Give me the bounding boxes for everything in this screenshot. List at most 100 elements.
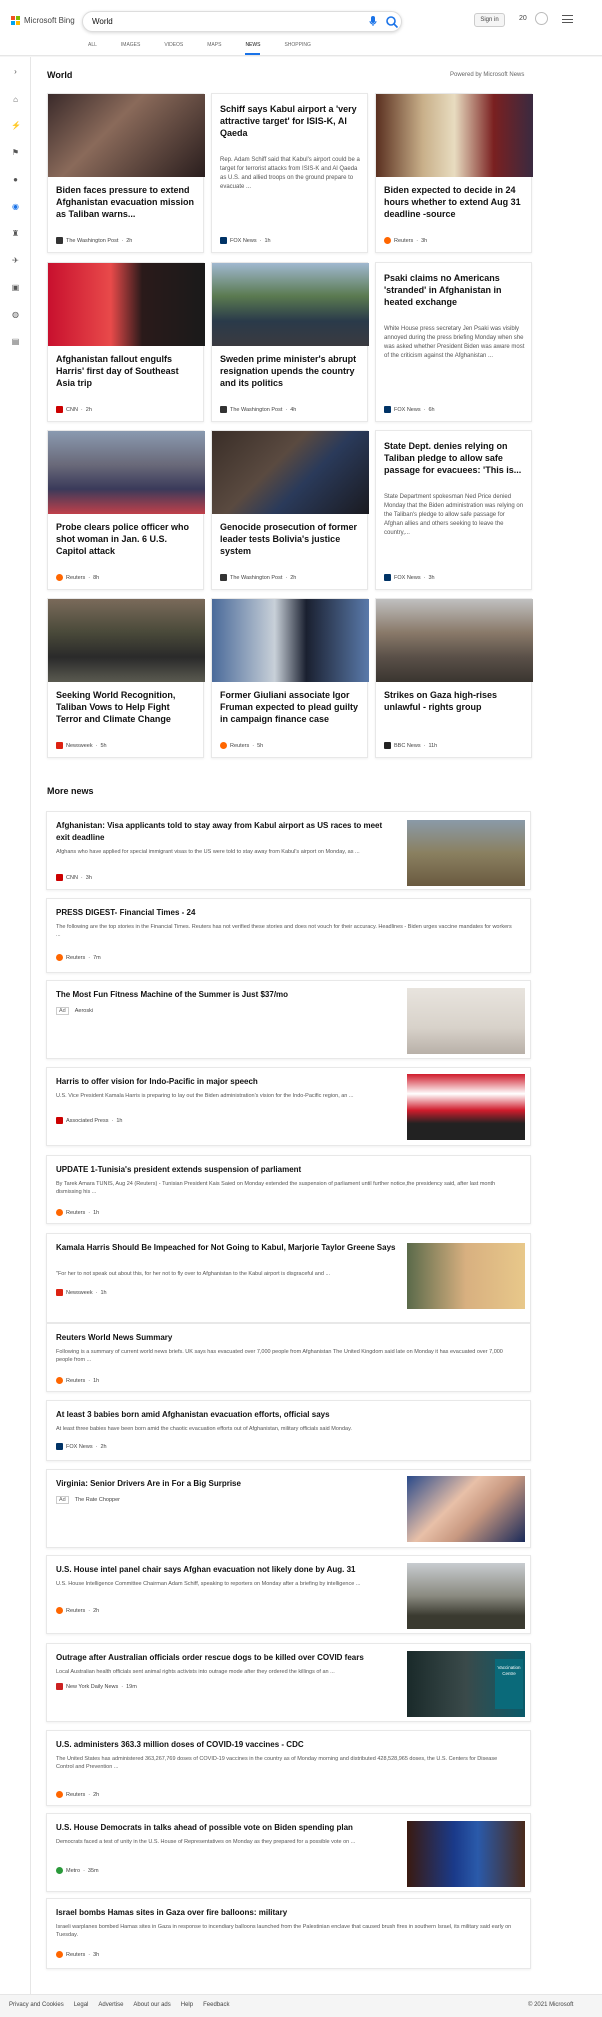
item-title[interactable]: U.S. House intel panel chair says Afghan… xyxy=(56,1564,396,1576)
item-title[interactable]: Kamala Harris Should Be Impeached for No… xyxy=(56,1242,396,1254)
list-item[interactable]: At least 3 babies born amid Afghanistan … xyxy=(46,1400,531,1461)
card-title[interactable]: Biden faces pressure to extend Afghanist… xyxy=(56,184,197,220)
item-title[interactable]: Israel bombs Hamas sites in Gaza over fi… xyxy=(56,1907,526,1919)
list-item[interactable]: UPDATE 1-Tunisia's president extends sus… xyxy=(46,1155,531,1224)
card-title[interactable]: Probe clears police officer who shot wom… xyxy=(56,521,197,557)
card-title[interactable]: Sweden prime minister's abrupt resignati… xyxy=(220,353,361,389)
item-title[interactable]: Reuters World News Summary xyxy=(56,1332,526,1344)
left-nav-rail: › ⌂ ⚡ ⚑ ● ◉ ♜ ✈ ▣ ◍ ▤ xyxy=(0,57,31,1994)
list-item[interactable]: Afghanistan: Visa applicants told to sta… xyxy=(46,811,531,890)
reuters-logo-icon xyxy=(384,237,391,244)
search-input[interactable]: World xyxy=(92,17,113,26)
fox-news-logo-icon xyxy=(384,574,391,581)
item-source: Reuters · 7m xyxy=(56,954,101,961)
item-title[interactable]: U.S. House Democrats in talks ahead of p… xyxy=(56,1822,396,1834)
tab-shopping[interactable]: SHOPPING xyxy=(284,42,310,55)
search-icon[interactable] xyxy=(385,15,399,29)
item-title[interactable]: Virginia: Senior Drivers Are in For a Bi… xyxy=(56,1478,396,1490)
card-title[interactable]: Afghanistan fallout engulfs Harris' firs… xyxy=(56,353,197,389)
rewards-points[interactable]: 20 xyxy=(519,15,527,22)
item-source: Reuters · 1h xyxy=(56,1377,99,1384)
tab-news[interactable]: NEWS xyxy=(245,42,261,55)
tab-maps[interactable]: MAPS xyxy=(207,42,221,55)
rewards-trophy-icon[interactable] xyxy=(535,12,548,25)
tab-videos[interactable]: VIDEOS xyxy=(164,42,183,55)
list-item[interactable]: Reuters World News Summary Following is … xyxy=(46,1323,531,1392)
footer-link-help[interactable]: Help xyxy=(181,2002,193,2008)
card-title[interactable]: Seeking World Recognition, Taliban Vows … xyxy=(56,689,197,725)
sign-in-button[interactable]: Sign in xyxy=(474,13,505,27)
bing-logo[interactable]: Microsoft Bing xyxy=(11,16,75,25)
news-card[interactable]: Genocide prosecution of former leader te… xyxy=(211,430,369,590)
ad-badge: Ad xyxy=(56,1007,69,1015)
card-source: FOX News · 3h xyxy=(384,574,435,581)
business-icon[interactable]: ♜ xyxy=(11,229,20,238)
flag-icon[interactable]: ⚑ xyxy=(11,148,20,157)
card-title[interactable]: Former Giuliani associate Igor Fruman ex… xyxy=(220,689,361,725)
list-item[interactable]: Israel bombs Hamas sites in Gaza over fi… xyxy=(46,1898,531,1969)
entertainment-icon[interactable]: ▣ xyxy=(11,283,20,292)
search-box[interactable]: World xyxy=(82,11,402,32)
powered-by: Powered by Microsoft News xyxy=(450,72,525,78)
item-title[interactable]: Harris to offer vision for Indo-Pacific … xyxy=(56,1076,396,1088)
science-icon[interactable]: ✈ xyxy=(11,256,20,265)
microphone-icon[interactable] xyxy=(369,16,379,28)
reuters-logo-icon xyxy=(56,1951,63,1958)
news-card[interactable]: Biden expected to decide in 24 hours whe… xyxy=(375,93,533,253)
news-card[interactable]: Probe clears police officer who shot wom… xyxy=(47,430,205,590)
item-source: CNN · 3h xyxy=(56,874,92,881)
list-item[interactable]: Harris to offer vision for Indo-Pacific … xyxy=(46,1067,531,1146)
tab-all[interactable]: ALL xyxy=(88,42,97,55)
sports-icon[interactable]: ◍ xyxy=(11,310,20,319)
item-title[interactable]: PRESS DIGEST- Financial Times - 24 xyxy=(56,907,526,919)
footer-link-privacy[interactable]: Privacy and Cookies xyxy=(9,2002,64,2008)
list-item[interactable]: U.S. House Democrats in talks ahead of p… xyxy=(46,1813,531,1892)
news-image xyxy=(376,599,533,682)
news-card[interactable]: Afghanistan fallout engulfs Harris' firs… xyxy=(47,262,205,422)
trending-icon[interactable]: ⚡ xyxy=(11,121,21,130)
item-title[interactable]: UPDATE 1-Tunisia's president extends sus… xyxy=(56,1164,526,1176)
news-card[interactable]: Strikes on Gaza high-rises unlawful - ri… xyxy=(375,598,533,758)
card-description: State Department spokesman Ned Price den… xyxy=(384,494,524,536)
news-card[interactable]: Biden faces pressure to extend Afghanist… xyxy=(47,93,205,253)
news-card[interactable]: Sweden prime minister's abrupt resignati… xyxy=(211,262,369,422)
expand-chevron-icon[interactable]: › xyxy=(11,67,20,76)
home-icon[interactable]: ⌂ xyxy=(11,95,20,104)
list-item[interactable]: U.S. administers 363.3 million doses of … xyxy=(46,1730,531,1806)
card-title[interactable]: Strikes on Gaza high-rises unlawful - ri… xyxy=(384,689,525,713)
footer-link-legal[interactable]: Legal xyxy=(74,2002,89,2008)
footer-link-advertise[interactable]: Advertise xyxy=(98,2002,123,2008)
news-thumbnail: Vaccination Centre xyxy=(407,1651,525,1717)
news-card[interactable]: Schiff says Kabul airport a 'very attrac… xyxy=(211,93,368,253)
hamburger-menu-icon[interactable] xyxy=(562,15,573,23)
item-title[interactable]: The Most Fun Fitness Machine of the Summ… xyxy=(56,989,396,1001)
footer-link-about-ads[interactable]: About our ads xyxy=(133,2002,170,2008)
tab-images[interactable]: IMAGES xyxy=(121,42,140,55)
location-pin-icon[interactable]: ● xyxy=(11,175,20,184)
list-item[interactable]: Kamala Harris Should Be Impeached for No… xyxy=(46,1233,531,1323)
news-thumbnail xyxy=(407,820,525,886)
item-source: Reuters · 2h xyxy=(56,1607,99,1614)
stocks-icon[interactable]: ▤ xyxy=(11,337,20,346)
item-title[interactable]: Afghanistan: Visa applicants told to sta… xyxy=(56,820,396,844)
globe-icon[interactable]: ◉ xyxy=(11,202,20,211)
list-item[interactable]: The Most Fun Fitness Machine of the Summ… xyxy=(46,980,531,1059)
footer-link-feedback[interactable]: Feedback xyxy=(203,2002,229,2008)
news-card[interactable]: Former Giuliani associate Igor Fruman ex… xyxy=(211,598,369,758)
microsoft-logo-icon xyxy=(11,16,20,25)
card-title[interactable]: Biden expected to decide in 24 hours whe… xyxy=(384,184,525,220)
card-title[interactable]: State Dept. denies relying on Taliban pl… xyxy=(384,440,525,476)
list-item[interactable]: Virginia: Senior Drivers Are in For a Bi… xyxy=(46,1469,531,1548)
card-title[interactable]: Psaki claims no Americans 'stranded' in … xyxy=(384,272,525,308)
news-card[interactable]: Psaki claims no Americans 'stranded' in … xyxy=(375,262,532,422)
item-title[interactable]: Outrage after Australian officials order… xyxy=(56,1652,396,1664)
news-card[interactable]: Seeking World Recognition, Taliban Vows … xyxy=(47,598,205,758)
list-item[interactable]: Outrage after Australian officials order… xyxy=(46,1643,531,1722)
news-card[interactable]: State Dept. denies relying on Taliban pl… xyxy=(375,430,532,590)
list-item[interactable]: U.S. House intel panel chair says Afghan… xyxy=(46,1555,531,1634)
list-item[interactable]: PRESS DIGEST- Financial Times - 24 The f… xyxy=(46,898,531,973)
item-title[interactable]: U.S. administers 363.3 million doses of … xyxy=(56,1739,526,1751)
card-title[interactable]: Schiff says Kabul airport a 'very attrac… xyxy=(220,103,361,139)
item-title[interactable]: At least 3 babies born amid Afghanistan … xyxy=(56,1409,526,1421)
card-title[interactable]: Genocide prosecution of former leader te… xyxy=(220,521,361,557)
